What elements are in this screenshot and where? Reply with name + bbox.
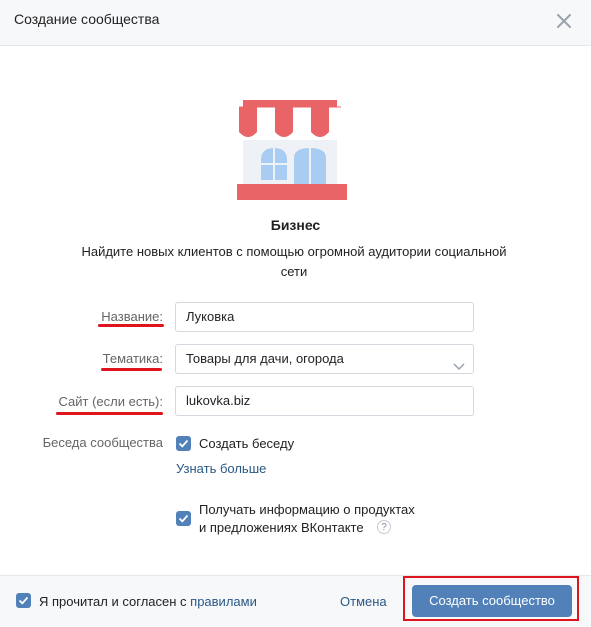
name-label: Название: (101, 309, 163, 324)
site-input-value: lukovka.biz (186, 393, 251, 408)
rules-link[interactable]: правилами (190, 594, 257, 609)
topic-label-underline (101, 368, 162, 371)
topic-select-value: Товары для дачи, огорода (186, 351, 344, 366)
create-chat-checkbox[interactable] (176, 436, 191, 451)
agree-rules-checkbox[interactable] (16, 593, 31, 608)
chevron-down-icon (453, 354, 465, 371)
modal-title: Создание сообщества (14, 11, 160, 27)
agree-rules-text: Я прочитал и согласен с правилами (39, 593, 257, 610)
create-chat-label: Создать беседу (199, 436, 295, 451)
learn-more-link[interactable]: Узнать больше (176, 461, 266, 476)
site-label: Сайт (если есть): (58, 394, 163, 409)
site-input[interactable]: lukovka.biz (175, 386, 474, 416)
community-type-title: Бизнес (270, 217, 321, 233)
agree-rules-label: Я прочитал и согласен с (39, 594, 187, 609)
name-input-value: Луковка (186, 309, 235, 324)
modal-header: Создание сообщества (0, 0, 591, 46)
news-subscription-checkbox[interactable] (176, 511, 191, 526)
create-button-highlight (403, 576, 579, 621)
topic-label: Тематика: (102, 351, 163, 366)
close-icon[interactable] (555, 12, 573, 30)
name-input[interactable]: Луковка (175, 302, 474, 332)
chat-label: Беседа сообщества (42, 435, 163, 450)
business-shop-illustration (231, 100, 349, 202)
cancel-button[interactable]: Отмена (340, 594, 387, 609)
news-subscription-label-line2: и предложениях ВКонтакте (199, 520, 364, 535)
topic-select[interactable]: Товары для дачи, огорода (175, 344, 474, 374)
name-label-underline (98, 324, 164, 327)
news-subscription-label-line1: Получать информацию о продуктах (199, 502, 415, 517)
community-type-description: Найдите новых клиентов с помощью огромно… (81, 244, 507, 279)
help-icon[interactable]: ? (377, 520, 391, 534)
site-label-underline (56, 412, 163, 415)
